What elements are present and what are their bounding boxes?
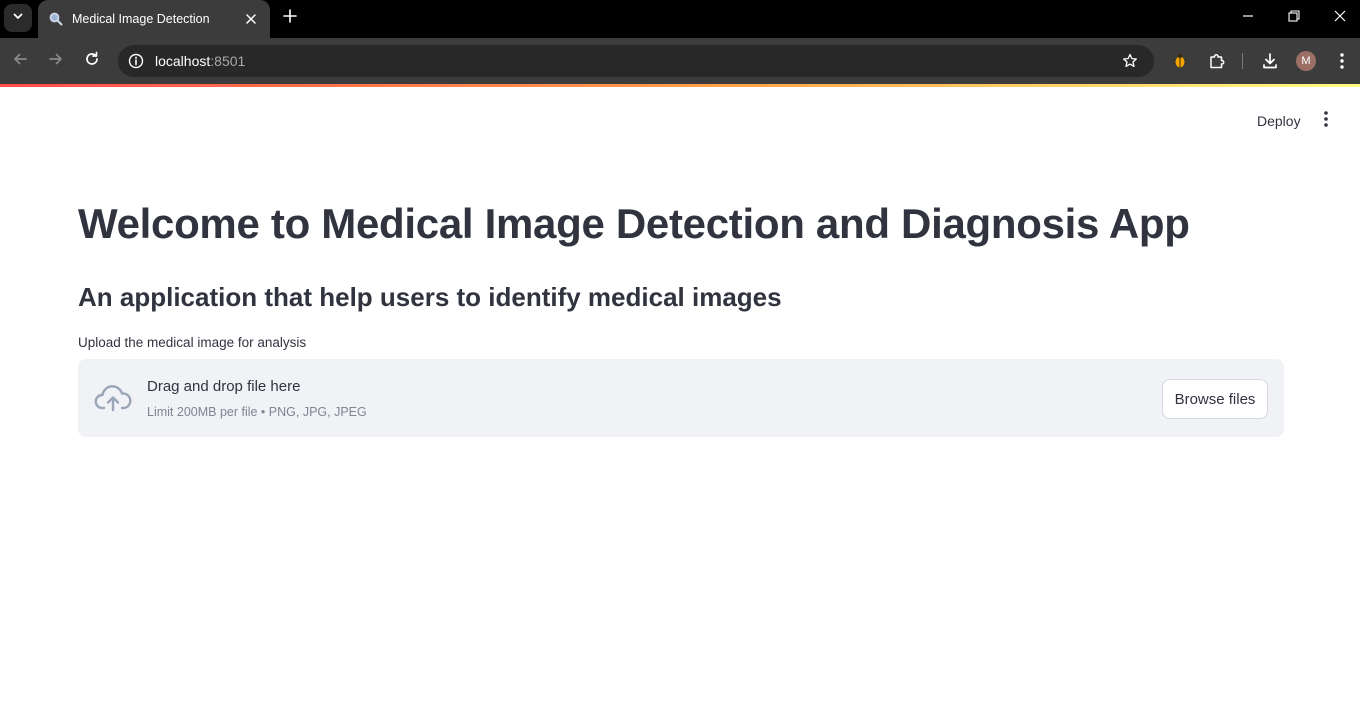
plus-icon	[283, 8, 297, 28]
browser-tab-strip: Medical Image Detection	[0, 0, 1360, 38]
kebab-menu-icon[interactable]	[1330, 49, 1354, 73]
info-icon[interactable]	[126, 51, 146, 71]
tab-title: Medical Image Detection	[72, 12, 210, 26]
reload-icon	[84, 51, 100, 72]
restore-window-button[interactable]	[1280, 6, 1308, 30]
page-subtitle: An application that help users to identi…	[78, 282, 782, 312]
bug-extension-icon[interactable]	[1168, 49, 1192, 73]
restore-icon	[1288, 9, 1300, 27]
minimize-window-button[interactable]	[1234, 6, 1262, 30]
puzzle-icon[interactable]	[1205, 49, 1229, 73]
close-icon[interactable]	[242, 10, 260, 28]
forward-button[interactable]	[42, 47, 70, 75]
file-dropzone[interactable]: Drag and drop file here Limit 200MB per …	[78, 359, 1284, 437]
reload-button[interactable]	[78, 47, 106, 75]
page-title: Welcome to Medical Image Detection and D…	[78, 200, 1190, 247]
dropzone-instructions: Drag and drop file here	[147, 378, 301, 395]
deploy-button[interactable]: Deploy	[1246, 108, 1312, 134]
uploader-label: Upload the medical image for analysis	[78, 335, 307, 350]
new-tab-button[interactable]	[278, 6, 302, 30]
dropzone-file-limit: Limit 200MB per file • PNG, JPG, JPEG	[147, 405, 367, 419]
tab-medical-image-detection[interactable]: Medical Image Detection	[38, 0, 270, 38]
cloud-upload-icon	[94, 383, 132, 413]
kebab-menu-icon	[1324, 110, 1328, 132]
arrow-right-icon	[48, 51, 64, 72]
download-icon[interactable]	[1258, 49, 1282, 73]
address-bar[interactable]: localhost:8501	[118, 45, 1154, 77]
url-host: localhost	[155, 53, 211, 69]
url-text: localhost:8501	[155, 53, 245, 69]
browser-toolbar: localhost:8501 M	[0, 38, 1360, 84]
url-port: :8501	[210, 53, 246, 69]
tab-list-button[interactable]	[4, 4, 32, 32]
close-window-button[interactable]	[1326, 6, 1354, 30]
magnifier-icon	[48, 11, 64, 27]
close-icon	[1334, 9, 1346, 27]
star-icon[interactable]	[1120, 51, 1140, 71]
main-menu-button[interactable]	[1314, 109, 1338, 133]
streamlit-decoration-bar	[0, 84, 1360, 87]
arrow-left-icon	[12, 51, 28, 72]
chevron-down-icon	[12, 9, 24, 27]
toolbar-divider	[1242, 53, 1243, 69]
back-button[interactable]	[6, 47, 34, 75]
profile-avatar[interactable]: M	[1296, 51, 1316, 71]
browse-files-button[interactable]: Browse files	[1162, 379, 1268, 419]
minimize-icon	[1242, 9, 1254, 27]
